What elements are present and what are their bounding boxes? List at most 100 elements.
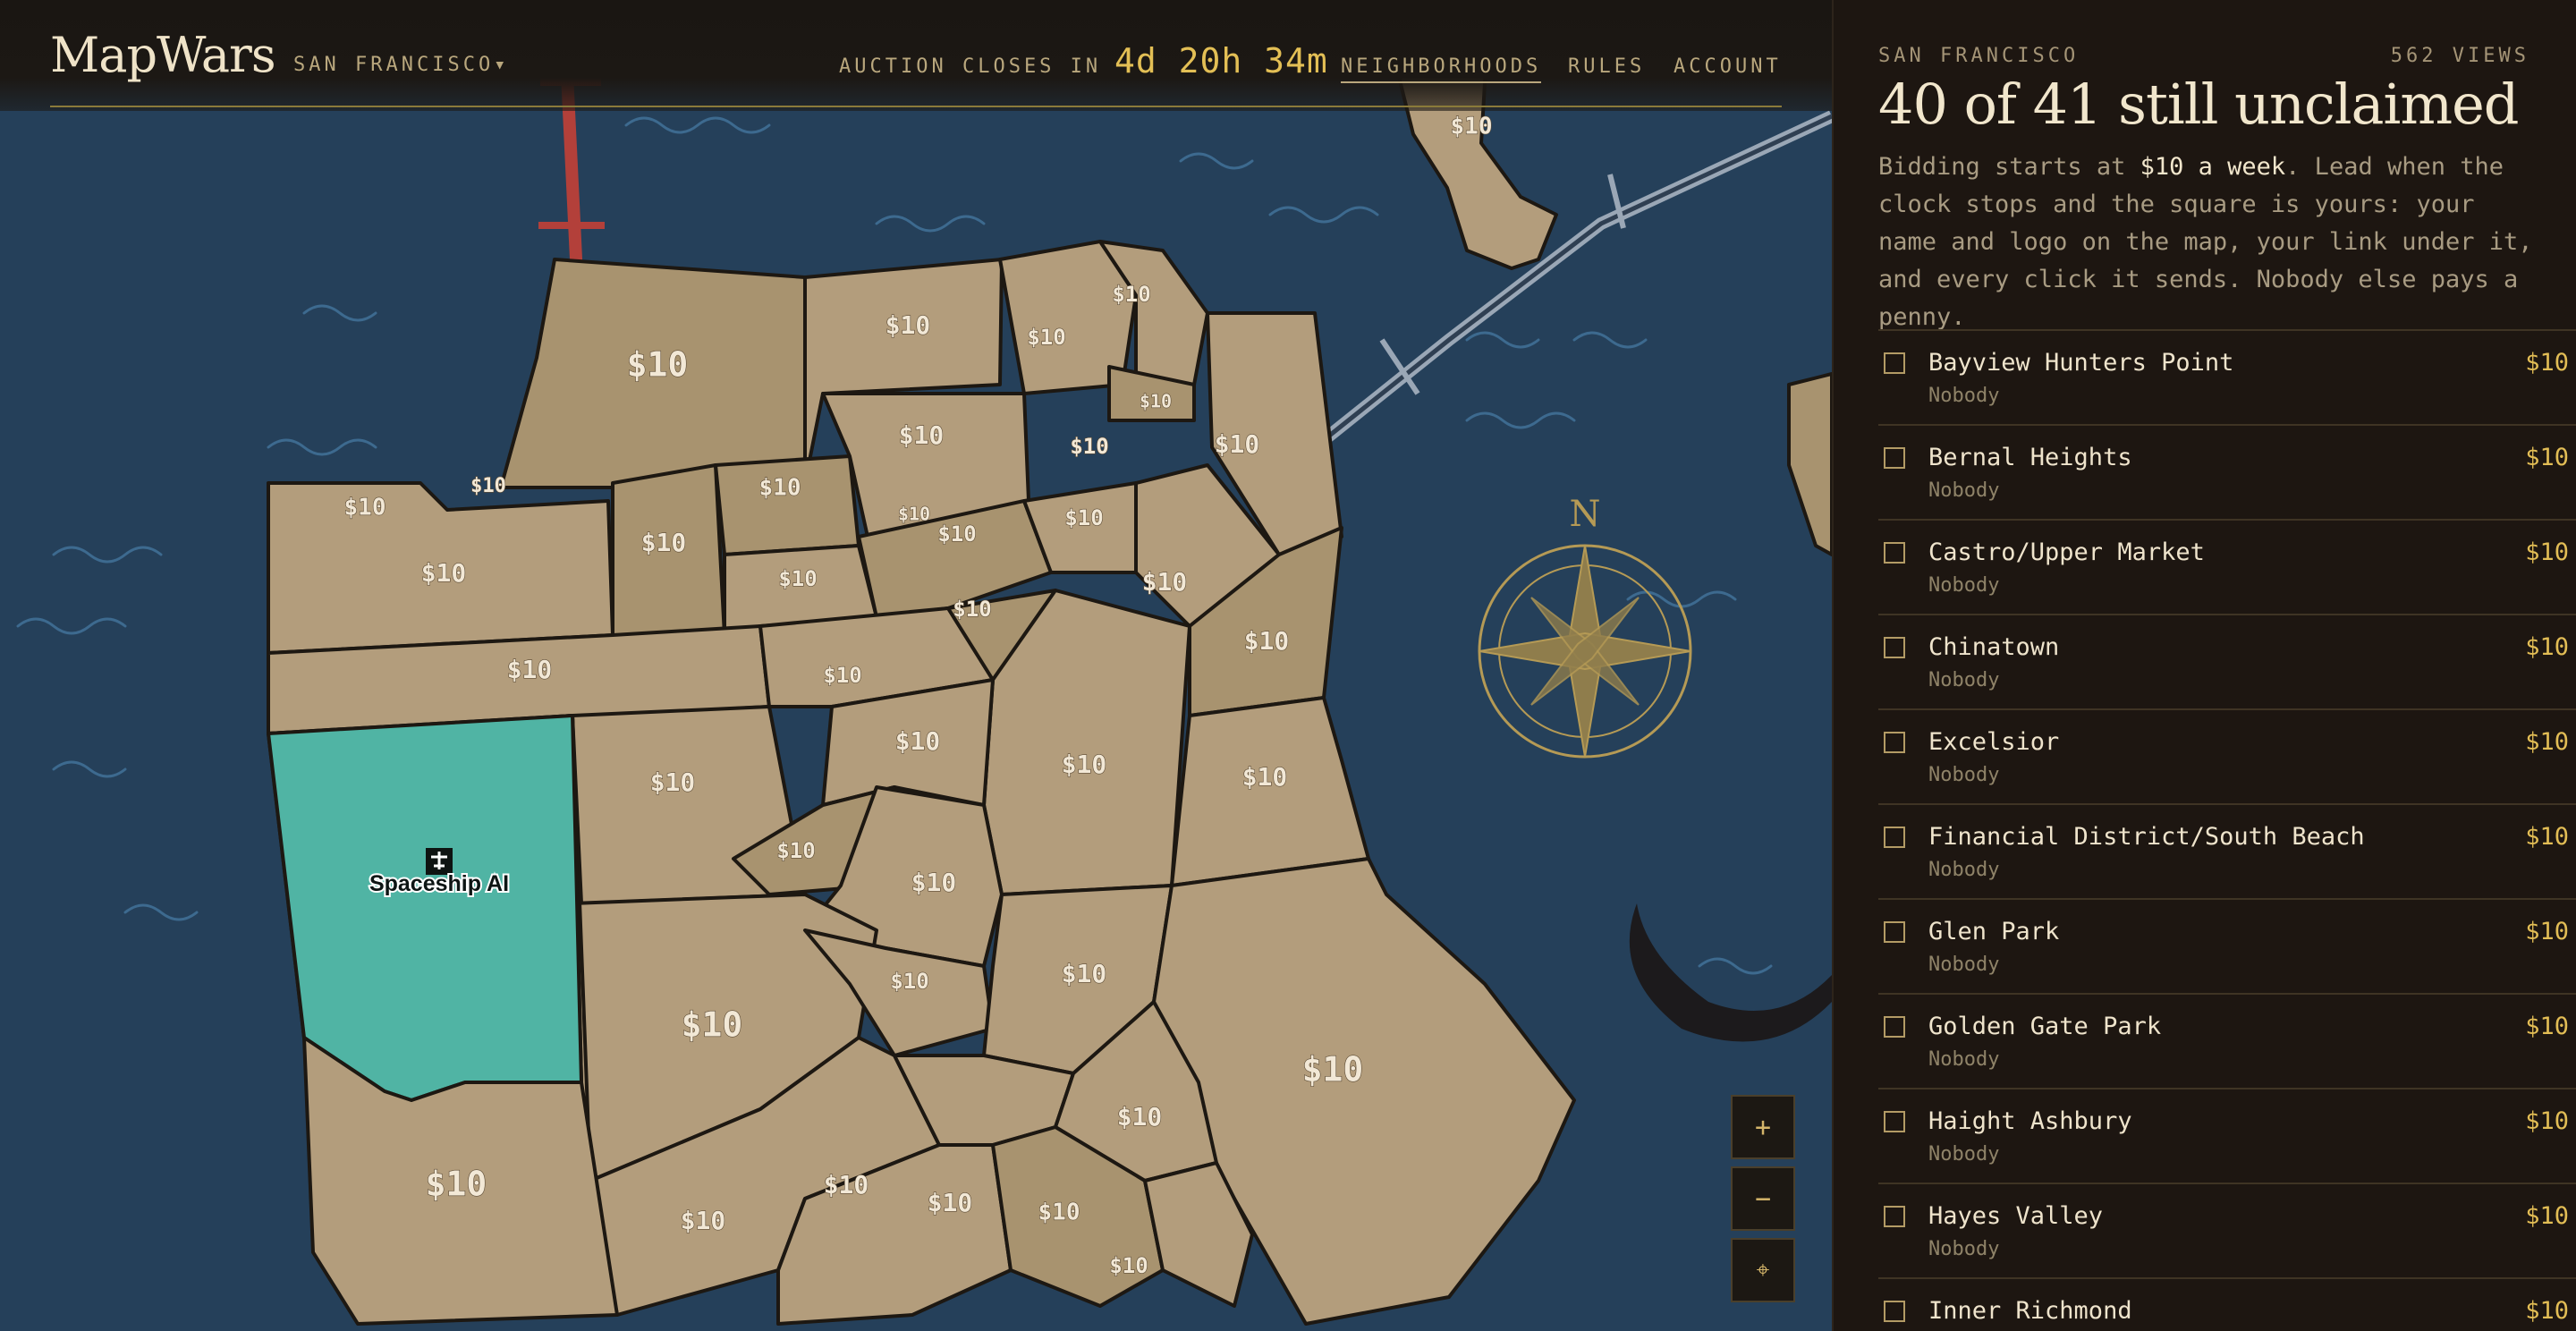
checkbox[interactable] [1884, 1016, 1905, 1038]
neighborhood-price: $10 [2525, 1107, 2569, 1135]
price-label: $10 [507, 655, 553, 684]
price-label: $10 [1242, 762, 1288, 792]
neighborhood-name: Inner Richmond [1928, 1297, 2132, 1325]
sidebar-panel: SAN FRANCISCO 562 VIEWS 40 of 41 still u… [1832, 0, 2576, 1331]
sidebar-city: SAN FRANCISCO [1878, 45, 2080, 67]
price-label: $10 [890, 969, 928, 994]
checkbox[interactable] [1884, 542, 1905, 564]
auction-label: AUCTION CLOSES IN [839, 55, 1102, 78]
neighborhood-price: $10 [2525, 918, 2569, 945]
list-item[interactable]: Chinatown $10 Nobody [1878, 614, 2576, 708]
city-map[interactable]: $10 $10 $10 $10 $10 $10 $10 $10 $10 $10 … [0, 0, 1832, 1331]
neighborhood-owner: Nobody [1928, 1048, 2000, 1071]
checkbox[interactable] [1884, 1301, 1905, 1322]
nav-neighborhoods[interactable]: NEIGHBORHOODS [1341, 55, 1542, 83]
neighborhood-owner: Nobody [1928, 954, 2000, 976]
price-label: $10 [1117, 1102, 1163, 1132]
neighborhood-price: $10 [2525, 349, 2569, 377]
sidebar-description: Bidding starts at $10 a week. Lead when … [1878, 148, 2540, 336]
view-count: 562 VIEWS [2390, 45, 2529, 67]
neighborhood-owner: Nobody [1928, 1143, 2000, 1166]
locate-icon[interactable]: ⌖ [1731, 1238, 1795, 1302]
price-label: $10 [895, 726, 941, 756]
neighborhood-owner: Nobody [1928, 479, 2000, 502]
nb-pac-heights[interactable] [714, 454, 860, 556]
price-label: $10 [928, 1188, 973, 1217]
checkbox[interactable] [1884, 732, 1905, 753]
checkbox[interactable] [1884, 1111, 1905, 1132]
price-label: $10 [627, 345, 689, 385]
price-label: $10 [824, 1170, 869, 1200]
island-price: $10 [1451, 114, 1493, 140]
list-item[interactable]: Inner Richmond$10Nobody [1878, 1277, 2576, 1331]
app-logo[interactable]: MapWars [50, 27, 276, 83]
desc-pre: Bidding starts at [1878, 153, 2140, 181]
price-label: $10 [899, 420, 945, 450]
nb-outer-sunset-claimed[interactable] [267, 714, 583, 1102]
checkbox[interactable] [1884, 1206, 1905, 1227]
neighborhood-price: $10 [2525, 1013, 2569, 1040]
compass-north-label: N [1570, 494, 1601, 535]
claimed-owner-label[interactable]: Spaceship AI [368, 869, 511, 898]
neighborhood-name: Excelsior [1928, 728, 2060, 756]
price-label: $10 [1070, 434, 1108, 459]
nb-potrero[interactable] [1170, 696, 1370, 887]
price-label: $10 [953, 597, 991, 622]
zoom-in-button[interactable]: + [1731, 1095, 1795, 1159]
price-label: $10 [1064, 505, 1103, 530]
list-item[interactable]: Glen Park $10 Nobody [1878, 898, 2576, 993]
city-selector[interactable]: SAN FRANCISCO▾ [293, 54, 509, 76]
neighborhood-name: Glen Park [1928, 918, 2060, 945]
bay-bridge [1310, 110, 1832, 453]
price-label: $10 [650, 767, 696, 797]
compass-rose-icon [1478, 544, 1692, 759]
price-label: $10 [1062, 959, 1107, 988]
neighborhood-owner: Nobody [1928, 385, 2000, 407]
list-item[interactable]: Castro/Upper Market $10 Nobody [1878, 519, 2576, 614]
checkbox[interactable] [1884, 447, 1905, 469]
neighborhood-price: $10 [2525, 1297, 2569, 1325]
checkbox[interactable] [1884, 352, 1905, 374]
neighborhood-owner: Nobody [1928, 764, 2000, 786]
price-label: $10 [1142, 567, 1188, 597]
checkbox[interactable] [1884, 637, 1905, 658]
neighborhood-owner: Nobody [1928, 1238, 2000, 1260]
bay-bridge-center [1313, 114, 1832, 449]
price-label: $10 [1140, 391, 1172, 412]
price-label: $10 [681, 1206, 726, 1235]
list-item[interactable]: Bernal Heights $10 Nobody [1878, 424, 2576, 519]
neighborhood-owner: Nobody [1928, 669, 2000, 691]
shoal-shape [1629, 903, 1832, 1042]
list-item[interactable]: Bayview Hunters Point $10 Nobody [1878, 329, 2576, 424]
checkbox[interactable] [1884, 827, 1905, 848]
price-label: $10 [1027, 325, 1065, 350]
list-item[interactable]: Haight Ashbury $10 Nobody [1878, 1088, 2576, 1183]
price-label: $10 [898, 504, 930, 525]
desc-price: $10 a week [2140, 153, 2286, 181]
list-item[interactable]: Hayes Valley $10 Nobody [1878, 1183, 2576, 1277]
price-label: $10 [1215, 429, 1260, 459]
list-item[interactable]: Financial District/South Beach $10 Nobody [1878, 803, 2576, 898]
neighborhood-list: Bayview Hunters Point $10 Nobody Bernal Hei… [1878, 329, 2576, 1331]
price-label: $10 [344, 495, 386, 521]
nav-rules[interactable]: RULES [1568, 55, 1645, 78]
price-label: $10 [641, 528, 687, 557]
checkbox[interactable] [1884, 921, 1905, 943]
price-label: $10 [759, 475, 801, 502]
neighborhood-price: $10 [2525, 538, 2569, 566]
neighborhood-price: $10 [2525, 1202, 2569, 1230]
neighborhood-name: Hayes Valley [1928, 1202, 2104, 1230]
neighborhood-price: $10 [2525, 728, 2569, 756]
map-canvas[interactable]: $10 $10 $10 $10 $10 $10 $10 $10 $10 $10 … [0, 0, 1832, 1331]
list-item[interactable]: Excelsior $10 Nobody [1878, 708, 2576, 803]
price-label: $10 [778, 566, 817, 591]
zoom-out-button[interactable]: − [1731, 1166, 1795, 1231]
price-label: $10 [470, 475, 506, 497]
list-item[interactable]: Golden Gate Park $10 Nobody [1878, 993, 2576, 1088]
nav-account[interactable]: ACCOUNT [1674, 55, 1782, 78]
price-label: $10 [426, 1165, 487, 1204]
price-label: $10 [682, 1005, 743, 1045]
price-label: $10 [937, 521, 976, 547]
price-label: $10 [1244, 626, 1290, 656]
price-label: $10 [776, 838, 815, 863]
